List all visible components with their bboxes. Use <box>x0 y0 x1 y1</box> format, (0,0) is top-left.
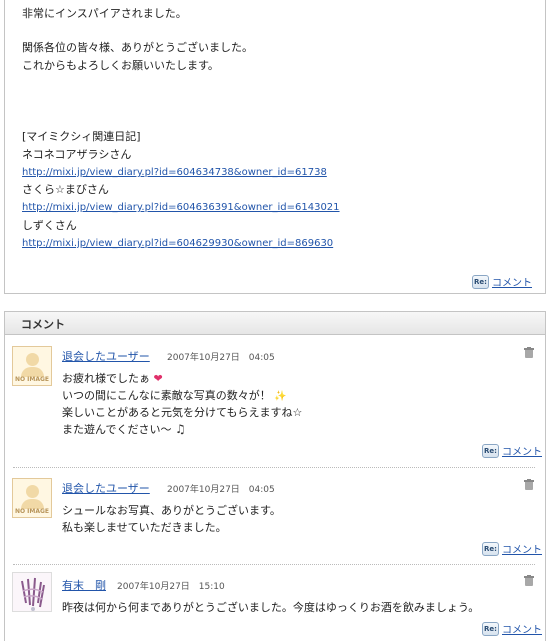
comment-date: 2007年10月27日 04:05 <box>167 353 275 363</box>
reply-comment-button[interactable]: Re: コメント <box>472 274 532 289</box>
delete-icon[interactable] <box>524 575 534 586</box>
avatar-head-shape <box>26 485 39 498</box>
related-diary-link[interactable]: http://mixi.jp/view_diary.pl?id=60463639… <box>22 201 340 215</box>
comment-date: 2007年10月27日 04:05 <box>167 485 275 495</box>
avatar-noimage[interactable]: NO IMAGE <box>12 346 52 386</box>
avatar-photo-image <box>13 573 51 611</box>
reply-icon: Re: <box>482 443 499 458</box>
reply-comment-button[interactable]: Re: コメント <box>482 443 542 458</box>
avatar-photo[interactable] <box>12 572 52 612</box>
delete-icon[interactable] <box>524 347 534 358</box>
avatar-noimage[interactable]: NO IMAGE <box>12 478 52 518</box>
comment-author-link[interactable]: 有末 剛 <box>62 577 106 593</box>
reply-icon: Re: <box>472 274 489 289</box>
comment-author-link[interactable]: 退会したユーザー <box>62 480 150 496</box>
diary-text-line: 関係各位の皆々様、ありがとうございました。 <box>22 41 253 54</box>
comment-line: シュールなお写真、ありがとうございます。 <box>62 504 281 517</box>
reply-comment-label: コメント <box>502 625 542 636</box>
reply-comment-button[interactable]: Re: コメント <box>482 621 542 636</box>
noimage-label: NO IMAGE <box>14 508 50 515</box>
reply-comment-button[interactable]: Re: コメント <box>482 541 542 556</box>
diary-text-line: これからもよろしくお願いいたします。 <box>22 59 219 72</box>
diary-body: 非常にインスパイアされました。 関係各位の皆々様、ありがとうございました。 これ… <box>4 0 546 294</box>
related-diary-link[interactable]: http://mixi.jp/view_diary.pl?id=60463473… <box>22 166 327 180</box>
comment-divider <box>13 467 535 468</box>
noimage-label: NO IMAGE <box>14 376 50 383</box>
delete-icon[interactable] <box>524 479 534 490</box>
comments-title: コメント <box>21 318 65 331</box>
comment-line: 私も楽しませていただきました。 <box>62 521 227 534</box>
reply-comment-label: コメント <box>502 545 542 556</box>
related-diary-link[interactable]: http://mixi.jp/view_diary.pl?id=60462993… <box>22 237 333 251</box>
related-diary-author: しずくさん <box>22 219 77 232</box>
related-diary-author: さくら☆まびさん <box>22 183 109 196</box>
reply-icon: Re: <box>482 541 499 556</box>
reply-icon: Re: <box>482 621 499 636</box>
comment-author-link[interactable]: 退会したユーザー <box>62 348 150 364</box>
diary-text-line: 非常にインスパイアされました。 <box>22 7 187 20</box>
comment-date: 2007年10月27日 15:10 <box>117 582 225 592</box>
related-diary-author: ネコネコアザラシさん <box>22 148 132 161</box>
related-diary-heading: [マイミクシィ関連日記] <box>22 130 141 143</box>
comment-line: お疲れ様でしたぁ ❤ <box>62 370 163 387</box>
sparkle-icon: ✨ <box>274 391 287 402</box>
music-note-icon: ♫ <box>174 422 186 436</box>
comment-divider <box>13 564 535 565</box>
comments-section: コメント NO IMAGE 退会したユーザー 2007年10月27日 04:05… <box>4 311 546 641</box>
reply-comment-label: コメント <box>502 447 542 458</box>
reply-comment-label: コメント <box>492 278 532 289</box>
comment-line: また遊んでください～ ♫ <box>62 421 186 438</box>
avatar-head-shape <box>26 353 39 366</box>
comments-header: コメント <box>5 312 545 335</box>
comment-line: 昨夜は何から何までありがとうございました。今度はゆっくりお酒を飲みましょう。 <box>62 601 480 614</box>
comment-line: いつの間にこんなに素敵な写真の数々が！ ✨ <box>62 387 287 405</box>
heart-icon: ❤ <box>153 372 163 385</box>
comment-line: 楽しいことがあると元気を分けてもらえますね☆ <box>62 406 303 419</box>
comment-line-text: また遊んでください～ <box>62 423 172 436</box>
comment-line-text: お疲れ様でしたぁ <box>62 372 150 385</box>
comment-line-text: いつの間にこんなに素敵な写真の数々が！ <box>62 389 271 402</box>
